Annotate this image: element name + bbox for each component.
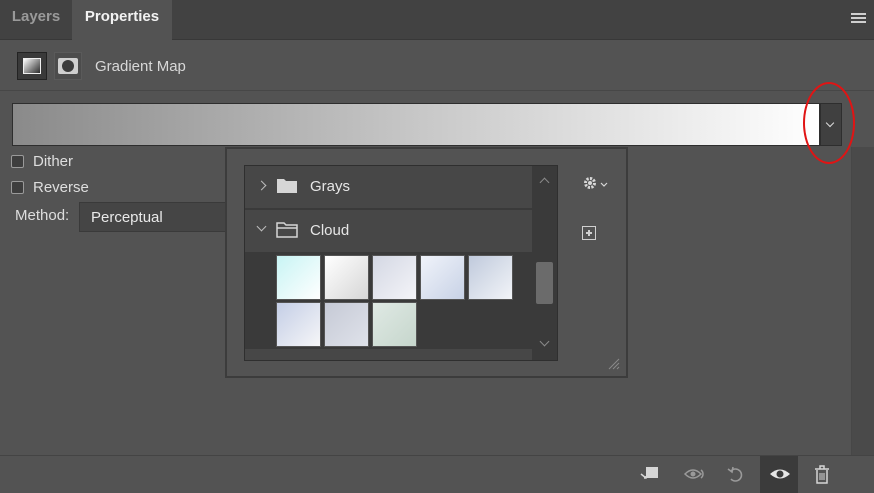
scroll-up-icon[interactable]: [539, 177, 550, 188]
group-name: Cloud: [310, 222, 350, 239]
open-folder-icon: [276, 222, 298, 238]
adjustment-title: Gradient Map: [95, 58, 186, 75]
gradient-swatch[interactable]: [372, 255, 417, 300]
eye-previous-icon: [683, 469, 704, 479]
eye-icon: [770, 469, 790, 479]
view-previous-state-button[interactable]: [674, 456, 712, 493]
gradient-map-adjustment-icon[interactable]: [17, 52, 47, 80]
gradient-preview-bar[interactable]: [12, 103, 820, 146]
gradient-swatch[interactable]: [324, 302, 369, 347]
clip-to-layer-icon: [640, 467, 658, 479]
gradient-preset-popup: Grays Cloud: [225, 147, 628, 378]
dither-checkbox[interactable]: [11, 155, 24, 168]
tab-layers[interactable]: Layers: [0, 0, 72, 39]
preset-group-grays[interactable]: Grays: [245, 166, 532, 208]
dither-label: Dither: [33, 153, 74, 170]
list-bottom-strip: [245, 349, 532, 360]
resize-grip-icon[interactable]: [606, 356, 620, 370]
chevron-right-icon[interactable]: [256, 180, 267, 191]
delete-button[interactable]: [803, 456, 841, 493]
panel-tab-bar: Layers Properties: [0, 0, 874, 40]
chevron-down-icon[interactable]: [256, 221, 267, 232]
scroll-thumb[interactable]: [536, 262, 553, 304]
reset-icon: [727, 466, 743, 482]
preset-list-scrollbar[interactable]: [532, 166, 557, 360]
panel-menu-icon[interactable]: [851, 13, 866, 24]
preset-group-cloud[interactable]: Cloud: [245, 210, 532, 252]
method-select[interactable]: Perceptual: [79, 202, 249, 232]
properties-header: Gradient Map: [0, 40, 874, 91]
method-value: Perceptual: [91, 209, 163, 226]
gear-icon[interactable]: [582, 175, 608, 193]
preset-list[interactable]: Grays Cloud: [244, 165, 558, 361]
folder-icon: [277, 179, 297, 193]
method-label: Method:: [15, 207, 70, 224]
group-name: Grays: [310, 178, 351, 195]
tab-properties[interactable]: Properties: [72, 0, 172, 40]
toggle-visibility-button[interactable]: [760, 456, 798, 493]
panel-scroll-gutter[interactable]: [851, 147, 874, 455]
reverse-label: Reverse: [33, 179, 89, 196]
reset-button[interactable]: [716, 456, 754, 493]
trash-icon: [815, 465, 829, 484]
new-preset-icon[interactable]: [582, 226, 596, 240]
scroll-down-icon[interactable]: [539, 336, 550, 347]
gradient-swatch[interactable]: [324, 255, 369, 300]
gradient-swatch[interactable]: [468, 255, 513, 300]
gradient-swatch[interactable]: [420, 255, 465, 300]
gradient-swatch[interactable]: [372, 302, 417, 347]
layer-mask-icon[interactable]: [54, 52, 82, 80]
red-annotation-circle: [803, 82, 855, 164]
reverse-checkbox[interactable]: [11, 181, 24, 194]
clip-to-layer-button[interactable]: [630, 456, 668, 493]
gradient-swatch[interactable]: [276, 255, 321, 300]
panel-footer: [0, 455, 874, 493]
gradient-swatch[interactable]: [276, 302, 321, 347]
